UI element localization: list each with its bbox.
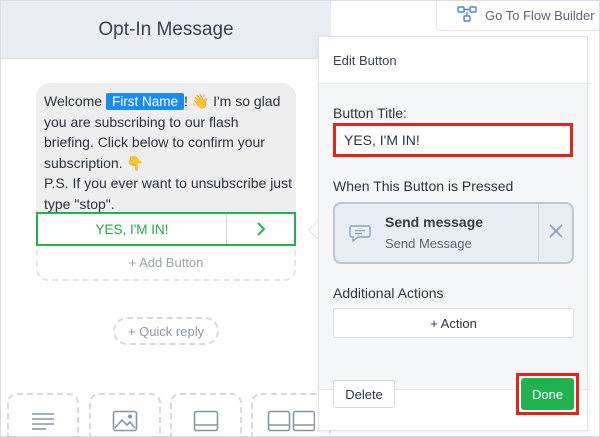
done-button[interactable]: Done <box>521 378 574 410</box>
message-button-yes[interactable]: YES, I'M IN! <box>36 212 296 246</box>
send-message-action-card[interactable]: Send message Send Message <box>333 202 574 264</box>
action-text: Send message Send Message <box>385 204 538 262</box>
button-title-label: Button Title: <box>333 105 407 121</box>
action-title: Send message <box>385 214 484 230</box>
add-image-tile[interactable] <box>89 393 161 437</box>
edit-button-panel: Edit Button Button Title: When This Butt… <box>318 36 588 431</box>
add-action-label: + Action <box>430 315 477 331</box>
add-card-tile[interactable] <box>170 393 242 437</box>
flow-icon <box>457 6 477 25</box>
app-frame: Opt-In Message Welcome First Name! 👋 I'm… <box>0 0 600 437</box>
button-title-input[interactable] <box>333 123 573 157</box>
gallery-icon <box>267 410 316 437</box>
quick-reply-button[interactable]: + Quick reply <box>113 317 219 345</box>
message-text-part3: P.S. If you ever want to unsubscribe jus… <box>44 175 292 212</box>
done-label: Done <box>531 386 564 402</box>
add-button-button[interactable]: + Add Button <box>36 246 296 281</box>
add-action-button[interactable]: + Action <box>333 308 574 338</box>
message-button-label[interactable]: YES, I'M IN! <box>38 214 227 244</box>
card-icon <box>193 410 219 437</box>
remove-action-button[interactable] <box>538 204 572 262</box>
add-text-tile[interactable] <box>7 393 79 436</box>
chat-bubble-icon <box>335 204 385 262</box>
add-button-label: + Add Button <box>128 255 204 270</box>
panel-title: Edit Button <box>319 37 587 84</box>
page-title: Opt-In Message <box>98 18 234 40</box>
message-text[interactable]: Welcome First Name! 👋 I'm so glad you ar… <box>44 91 292 214</box>
flow-builder-label: Go To Flow Builder <box>485 8 595 23</box>
message-text-part1: Welcome <box>44 93 106 109</box>
chevron-right-icon[interactable] <box>227 214 294 244</box>
when-pressed-label: When This Button is Pressed <box>333 178 514 194</box>
delete-button[interactable]: Delete <box>333 380 395 408</box>
delete-label: Delete <box>345 386 383 402</box>
go-to-flow-builder-button[interactable]: Go To Flow Builder <box>436 1 599 31</box>
first-name-variable-chip[interactable]: First Name <box>105 93 184 110</box>
editor-header: Opt-In Message <box>1 1 331 59</box>
text-icon <box>30 411 56 436</box>
message-editor-panel: Opt-In Message Welcome First Name! 👋 I'm… <box>1 1 331 437</box>
additional-actions-label: Additional Actions <box>333 285 444 301</box>
close-icon <box>548 223 563 243</box>
action-subtitle: Send Message <box>385 236 472 251</box>
quick-reply-label: + Quick reply <box>127 323 205 339</box>
image-icon <box>112 410 138 437</box>
